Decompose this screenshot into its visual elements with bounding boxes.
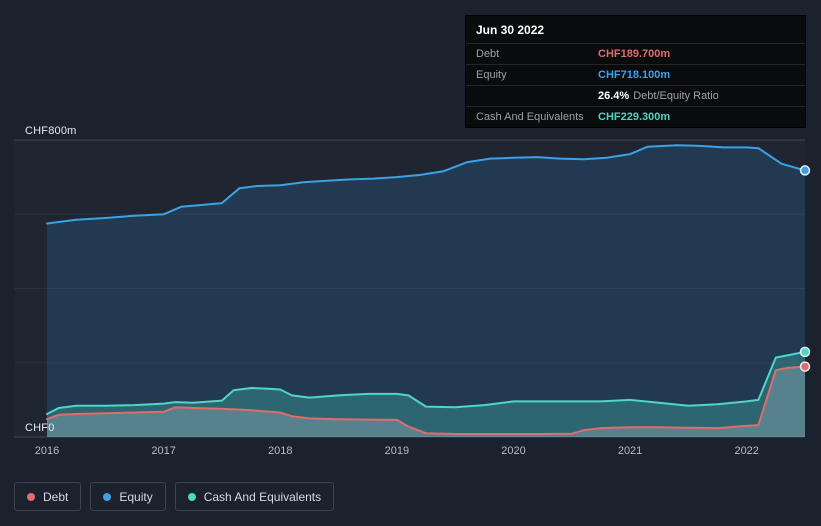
x-axis-label-2016: 2016	[34, 445, 60, 457]
end-marker-equity	[799, 165, 811, 176]
x-axis-label-2022: 2022	[734, 445, 759, 457]
tooltip-equity-label: Equity	[476, 69, 507, 81]
tooltip-row-debt: Debt CHF189.700m	[466, 43, 805, 64]
tooltip-equity-value: CHF718.100m	[598, 69, 671, 81]
end-marker-cash-and-equivalents	[799, 346, 811, 358]
chart-tooltip: Jun 30 2022 Debt CHF189.700m Equity CHF7…	[466, 16, 805, 127]
legend-debt-label: Debt	[43, 489, 69, 504]
equity-dot-icon	[103, 492, 112, 501]
debt-dot-icon	[27, 492, 35, 501]
balance-sheet-history-chart: CHF800m CHF0 2016 2017 2018 2019 2020 2021 202…	[0, 0, 821, 526]
y-axis-label-800m: CHF800m	[25, 125, 77, 137]
y-axis-label-0: CHF0	[25, 422, 55, 434]
legend-item-cash[interactable]: Cash And Equivalents	[174, 482, 335, 511]
chart-area[interactable]: CHF800m CHF0 2016 2017 2018 2019 2020 2021 202…	[14, 125, 811, 457]
chart-canvas[interactable]	[14, 125, 811, 455]
end-marker-debt	[799, 361, 811, 372]
x-axis-label-2017: 2017	[151, 445, 176, 457]
x-axis: 2016 2017 2018 2019 2020 2021 2022	[14, 445, 805, 461]
legend-item-debt[interactable]: Debt	[14, 482, 82, 511]
x-axis-label-2018: 2018	[267, 445, 293, 457]
cash-dot-icon	[187, 492, 196, 501]
x-axis-label-2021: 2021	[617, 445, 643, 457]
x-axis-label-2019: 2019	[384, 445, 410, 457]
chart-legend: Debt Equity Cash And Equivalents	[14, 482, 335, 511]
tooltip-date: Jun 30 2022	[476, 23, 545, 37]
tooltip-row-ratio: 26.4% Debt/Equity Ratio	[466, 85, 805, 106]
tooltip-ratio-label: Debt/Equity Ratio	[633, 90, 719, 102]
x-axis-label-2020: 2020	[501, 445, 526, 457]
legend-item-equity[interactable]: Equity	[90, 482, 166, 511]
tooltip-row-cash: Cash And Equivalents CHF229.300m	[466, 106, 805, 127]
tooltip-cash-value: CHF229.300m	[598, 111, 671, 123]
tooltip-row-equity: Equity CHF718.100m	[466, 64, 805, 85]
tooltip-debt-value: CHF189.700m	[598, 48, 671, 60]
legend-equity-label: Equity	[119, 489, 153, 504]
tooltip-cash-label: Cash And Equivalents	[476, 111, 584, 123]
tooltip-ratio-value: 26.4%	[598, 90, 630, 102]
legend-cash-label: Cash And Equivalents	[203, 489, 322, 504]
tooltip-debt-label: Debt	[476, 48, 500, 60]
